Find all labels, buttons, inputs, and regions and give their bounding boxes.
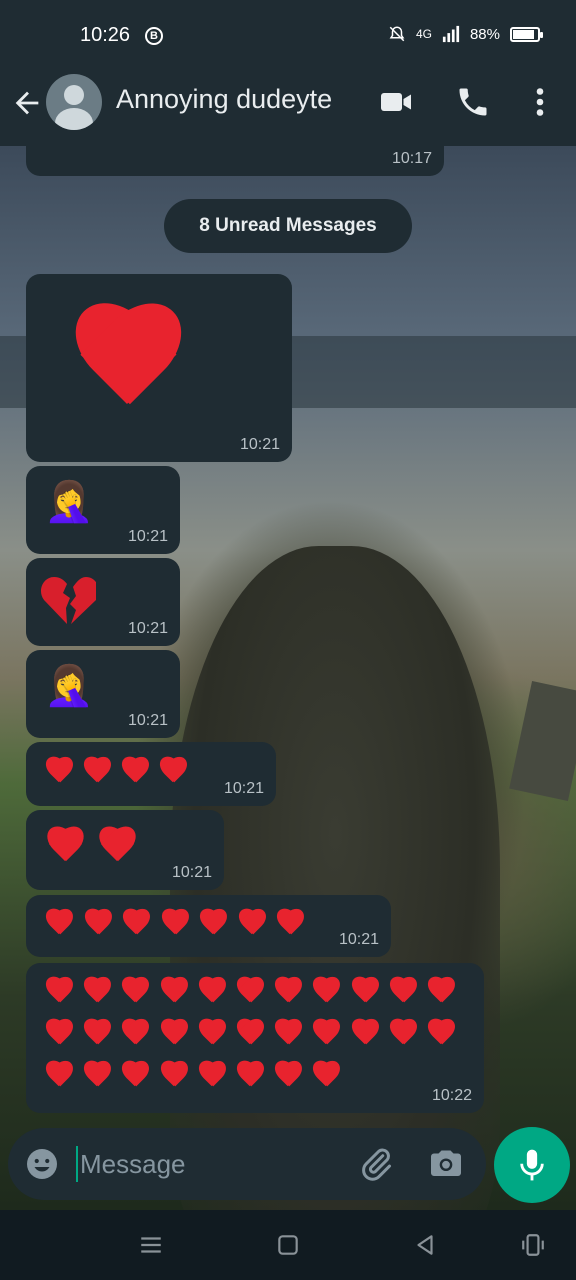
heart-emoji	[195, 978, 229, 1009]
heart-emoji	[80, 1062, 114, 1093]
heart-emoji	[42, 1020, 76, 1051]
heart-emoji	[42, 1062, 76, 1093]
message-time: 10:21	[127, 620, 168, 637]
system-nav-bar	[0, 1210, 576, 1280]
heart-emoji	[386, 1020, 420, 1051]
message-composer	[8, 1128, 486, 1200]
heart-emoji	[424, 978, 458, 1009]
heart-emoji	[235, 910, 269, 941]
heart-emoji	[118, 1062, 152, 1093]
heart-emoji	[348, 978, 382, 1009]
back-nav-icon[interactable]	[412, 1232, 438, 1258]
heart-emoji	[157, 978, 191, 1009]
message-bubble[interactable]: 🤦‍♀️ 10:21	[26, 650, 180, 738]
status-bar: 10:26 B 4G 88%	[0, 0, 576, 70]
heart-emoji	[271, 1062, 305, 1093]
heart-emoji	[118, 978, 152, 1009]
message-time: 10:21	[223, 780, 264, 797]
text-cursor	[76, 1146, 78, 1182]
heart-emoji	[195, 1020, 229, 1051]
menu-nav-icon[interactable]	[138, 1232, 164, 1258]
wallpaper-patch	[509, 680, 576, 802]
back-arrow-icon[interactable]	[10, 86, 44, 120]
heart-emoji	[80, 758, 114, 789]
heart-emoji	[158, 910, 192, 941]
heart-emoji	[42, 978, 76, 1009]
battery-icon	[510, 26, 543, 42]
voice-message-button[interactable]	[494, 1127, 570, 1203]
heart-emoji	[118, 758, 152, 789]
emoji-icon[interactable]	[24, 1146, 60, 1182]
message-bubble[interactable]: 10:17	[26, 130, 444, 176]
heart-emoji	[309, 1020, 343, 1051]
status-right: 4G 88%	[388, 25, 543, 43]
heart-emoji	[233, 1020, 267, 1051]
message-bubble[interactable]: 🤦‍♀️ 10:21	[26, 466, 180, 554]
message-time: 10:22	[431, 1087, 472, 1104]
more-options-icon[interactable]	[522, 84, 558, 120]
message-time: 10:21	[239, 436, 280, 453]
heart-emoji	[386, 978, 420, 1009]
message-bubble[interactable]: 10:22	[26, 963, 484, 1113]
message-time: 10:21	[171, 864, 212, 881]
message-time: 10:17	[391, 150, 432, 167]
heart-emoji	[81, 910, 115, 941]
heart-emoji	[42, 910, 76, 941]
message-time: 10:21	[338, 931, 379, 948]
heart-emoji	[271, 1020, 305, 1051]
heart-emoji	[196, 910, 230, 941]
message-time: 10:21	[127, 528, 168, 545]
message-bubble[interactable]: 10:21	[26, 742, 276, 806]
message-bubble[interactable]: 10:21	[26, 558, 180, 646]
camera-icon[interactable]	[428, 1146, 464, 1182]
heart-emoji	[273, 910, 307, 941]
heart-emoji	[156, 758, 190, 789]
video-call-icon[interactable]	[378, 84, 414, 120]
broken-heart-emoji	[40, 577, 96, 624]
heart-emoji	[271, 978, 305, 1009]
heart-emoji	[157, 1020, 191, 1051]
attach-icon[interactable]	[358, 1146, 394, 1182]
message-input[interactable]	[80, 1142, 340, 1186]
rotate-nav-icon[interactable]	[520, 1232, 546, 1258]
battery-percent: 88%	[469, 25, 500, 43]
heart-emoji	[195, 1062, 229, 1093]
heart-emoji	[80, 978, 114, 1009]
status-time: 10:26	[80, 24, 131, 46]
heart-emoji	[233, 1062, 267, 1093]
microphone-icon	[520, 1149, 544, 1181]
heart-emoji	[309, 1062, 343, 1093]
heart-emoji	[157, 1062, 191, 1093]
facepalm-emoji: 🤦‍♀️	[44, 664, 94, 708]
network-type: 4G	[415, 27, 432, 41]
heart-emoji	[94, 828, 140, 869]
heart-emoji	[424, 1020, 458, 1051]
heart-emoji	[309, 978, 343, 1009]
contact-name[interactable]: Annoying dudeyte	[116, 84, 332, 115]
b-icon: B	[145, 27, 163, 45]
home-nav-icon[interactable]	[275, 1232, 301, 1258]
unread-messages-banner: 8 Unread Messages	[164, 199, 412, 253]
heart-emoji	[233, 978, 267, 1009]
heart-emoji	[42, 828, 88, 869]
message-bubble[interactable]: 10:21	[26, 274, 292, 462]
message-bubble[interactable]: 10:21	[26, 810, 224, 890]
heart-emoji	[80, 1020, 114, 1051]
avatar[interactable]	[46, 74, 102, 130]
mute-bell-icon	[389, 26, 405, 42]
heart-emoji	[60, 308, 194, 428]
message-bubble[interactable]: 10:21	[26, 895, 391, 957]
heart-emoji	[348, 1020, 382, 1051]
heart-emoji	[119, 910, 153, 941]
message-time: 10:21	[127, 712, 168, 729]
heart-emoji	[118, 1020, 152, 1051]
voice-call-icon[interactable]	[455, 84, 491, 120]
heart-emoji	[42, 758, 76, 789]
facepalm-emoji: 🤦‍♀️	[44, 480, 94, 524]
signal-icon	[442, 25, 460, 43]
